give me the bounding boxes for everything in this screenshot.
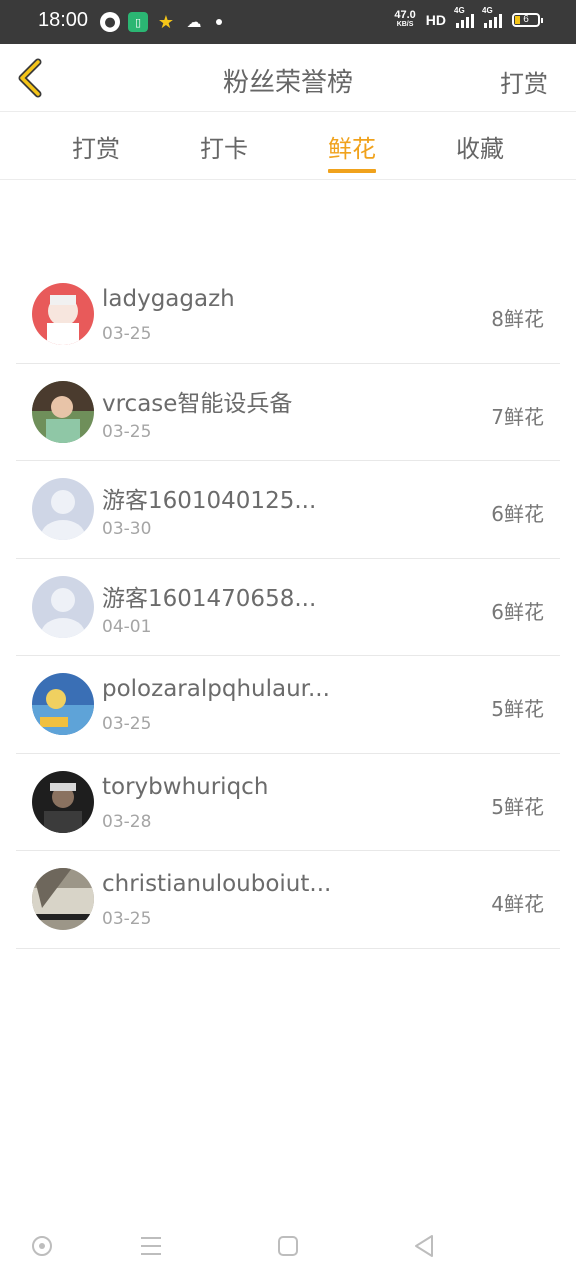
fan-name: ladygagazh <box>102 286 235 312</box>
fan-date: 03-25 <box>102 714 152 734</box>
fan-name: christianulouboiut... <box>102 871 332 897</box>
fan-name: 游客1601040125... <box>102 488 317 514</box>
flower-count: 4鲜花 <box>491 892 544 916</box>
network-speed: 47.0 KB/S <box>394 10 415 30</box>
back-triangle-icon <box>415 1235 433 1257</box>
fan-date: 04-01 <box>102 616 152 637</box>
flower-count: 7鲜花 <box>491 404 544 429</box>
flower-count: 8鲜花 <box>491 307 544 331</box>
active-tab-indicator <box>328 169 376 173</box>
system-icons: 47.0 KB/S HD 4G 4G 6 <box>394 6 543 30</box>
network-speed-unit: KB/S <box>396 21 414 28</box>
fan-ranking-list: ladygagazh 03-25 8鲜花 vrcase智能设兵备 03-25 7… <box>16 266 560 949</box>
home-circle-icon <box>32 1236 52 1256</box>
avatar <box>32 673 94 735</box>
hd-icon: HD <box>425 12 446 28</box>
signal-label: 4G <box>454 6 465 15</box>
fan-name: torybwhuriqch <box>102 773 269 800</box>
tab-favorites[interactable]: 收藏 <box>440 129 520 177</box>
system-back-button[interactable] <box>410 1232 438 1260</box>
list-item[interactable]: polozaralpqhulaur... 03-25 5鲜花 <box>16 656 560 754</box>
square-icon <box>278 1236 298 1256</box>
page-title: 粉丝荣誉榜 <box>222 68 353 98</box>
list-item[interactable]: 游客1601040125... 03-30 6鲜花 <box>16 461 560 559</box>
home-circle-button[interactable] <box>28 1232 56 1260</box>
flower-count: 5鲜花 <box>491 794 544 819</box>
list-item[interactable]: torybwhuriqch 03-28 5鲜花 <box>16 754 560 851</box>
fan-date: 03-25 <box>102 421 152 442</box>
fan-date: 03-30 <box>102 519 152 539</box>
fan-date: 03-28 <box>102 811 152 832</box>
fan-name: vrcase智能设兵备 <box>102 390 293 417</box>
list-item[interactable]: ladygagazh 03-25 8鲜花 <box>16 266 560 364</box>
tab-label: 打赏 <box>72 135 120 163</box>
tab-bar: 打赏 打卡 鲜花 收藏 <box>0 112 576 180</box>
battery-level: 6 <box>523 14 529 25</box>
signal-icon: 4G <box>454 6 474 28</box>
flower-count: 6鲜花 <box>491 502 544 526</box>
avatar <box>32 283 94 345</box>
signal-icon-2: 4G <box>482 6 502 28</box>
fan-date: 03-25 <box>102 909 152 929</box>
list-item[interactable]: 游客1601470658... 04-01 6鲜花 <box>16 559 560 656</box>
tab-flowers[interactable]: 鲜花 <box>312 129 392 177</box>
tab-label: 鲜花 <box>328 135 376 163</box>
fan-name: 游客1601470658... <box>102 585 317 612</box>
tab-checkin[interactable]: 打卡 <box>184 129 264 177</box>
more-dot-icon <box>216 19 222 25</box>
tab-tip[interactable]: 打赏 <box>56 129 136 177</box>
list-item[interactable]: vrcase智能设兵备 03-25 7鲜花 <box>16 364 560 461</box>
fan-date: 03-25 <box>102 324 152 344</box>
app-header: 粉丝荣誉榜 打赏 <box>0 44 576 112</box>
tip-button[interactable]: 打赏 <box>500 64 548 99</box>
notification-icons: ● ▯ ★ ☁ <box>100 11 222 33</box>
recents-button[interactable] <box>274 1232 302 1260</box>
globe-icon: ● <box>100 12 120 32</box>
signal-label-2: 4G <box>482 6 493 15</box>
battery-icon: 6 <box>512 13 543 27</box>
avatar <box>32 770 94 833</box>
star-icon: ★ <box>157 11 175 33</box>
wechat-icon: ☁ <box>186 13 202 31</box>
flower-count: 5鲜花 <box>491 697 544 721</box>
avatar <box>32 575 94 638</box>
avatar <box>32 380 94 443</box>
menu-icon <box>141 1237 161 1255</box>
status-time: 18:00 <box>38 9 89 31</box>
status-bar: 18:00 ● ▯ ★ ☁ 47.0 KB/S HD 4G 4G 6 <box>0 0 576 44</box>
app-notification-icon: ▯ <box>128 12 148 32</box>
flower-count: 6鲜花 <box>491 599 544 624</box>
tab-label: 打卡 <box>200 135 248 163</box>
system-nav-bar <box>0 1210 576 1280</box>
list-item[interactable]: christianulouboiut... 03-25 4鲜花 <box>16 851 560 949</box>
fan-name: polozaralpqhulaur... <box>102 676 330 702</box>
avatar <box>32 868 94 930</box>
tab-label: 收藏 <box>456 135 504 163</box>
menu-button[interactable] <box>137 1232 165 1260</box>
avatar <box>32 478 94 540</box>
